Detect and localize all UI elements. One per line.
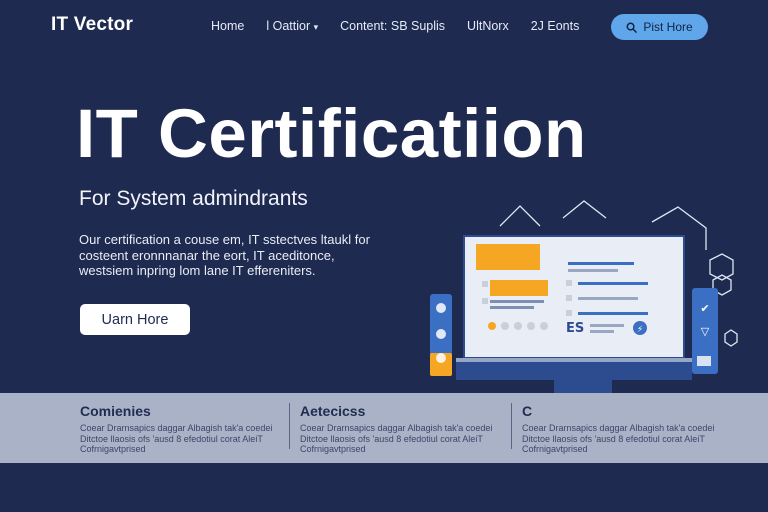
feature-title: C	[522, 403, 533, 419]
monitor-illustration: ✔ ▽ ES ⚡	[430, 200, 738, 412]
feature-body: Coear Drarnsapics daggar Albagish tak'a …	[300, 423, 493, 454]
nav-link-events[interactable]: 2J Eonts	[531, 19, 580, 33]
hero-title: IT Certificatiion	[76, 95, 587, 172]
screen-label: ES	[566, 321, 584, 336]
nav-cta-button[interactable]: Pist Hore	[611, 14, 708, 40]
feature-body: Coear Drarnsapics daggar Albagish tak'a …	[80, 423, 273, 454]
nav-links: Home l Oattior ▾ Content: SB Suplis UltN…	[211, 19, 579, 33]
learn-more-button[interactable]: Uarn Hore	[80, 304, 190, 335]
nav-link-content[interactable]: Content: SB Suplis	[340, 19, 445, 33]
feature-column: Comienies Coear Drarnsapics daggar Albag…	[80, 403, 290, 455]
nav-link-network[interactable]: UltNorx	[467, 19, 509, 33]
feature-title: Aetecicss	[300, 403, 366, 419]
search-icon	[626, 22, 638, 33]
feature-column: Aetecicss Coear Drarnsapics daggar Albag…	[300, 403, 510, 455]
svg-text:✔: ✔	[700, 302, 709, 315]
svg-text:▽: ▽	[701, 325, 710, 338]
feature-title: Comienies	[80, 403, 151, 419]
footer	[0, 463, 768, 512]
hero-subtitle: For System admindrants	[79, 187, 308, 210]
hero-description: Our certification a couse em, IT sstectv…	[79, 232, 370, 278]
nav-cta-label: Pist Hore	[643, 20, 693, 34]
feature-body: Coear Drarnsapics daggar Albagish tak'a …	[522, 423, 715, 454]
chevron-down-icon: ▾	[313, 22, 319, 32]
top-nav: IT Vector Home l Oattior ▾ Content: SB S…	[0, 0, 768, 54]
column-divider	[511, 403, 512, 449]
brand-logo[interactable]: IT Vector	[51, 14, 133, 36]
features-band: Comienies Coear Drarnsapics daggar Albag…	[0, 393, 768, 463]
nav-link-location[interactable]: l Oattior ▾	[266, 19, 318, 33]
column-divider	[289, 403, 290, 449]
nav-link-location-label: l Oattior	[266, 19, 311, 33]
svg-text:⚡: ⚡	[637, 325, 643, 335]
nav-link-home[interactable]: Home	[211, 19, 244, 33]
feature-column: C Coear Drarnsapics daggar Albagish tak'…	[522, 403, 732, 455]
